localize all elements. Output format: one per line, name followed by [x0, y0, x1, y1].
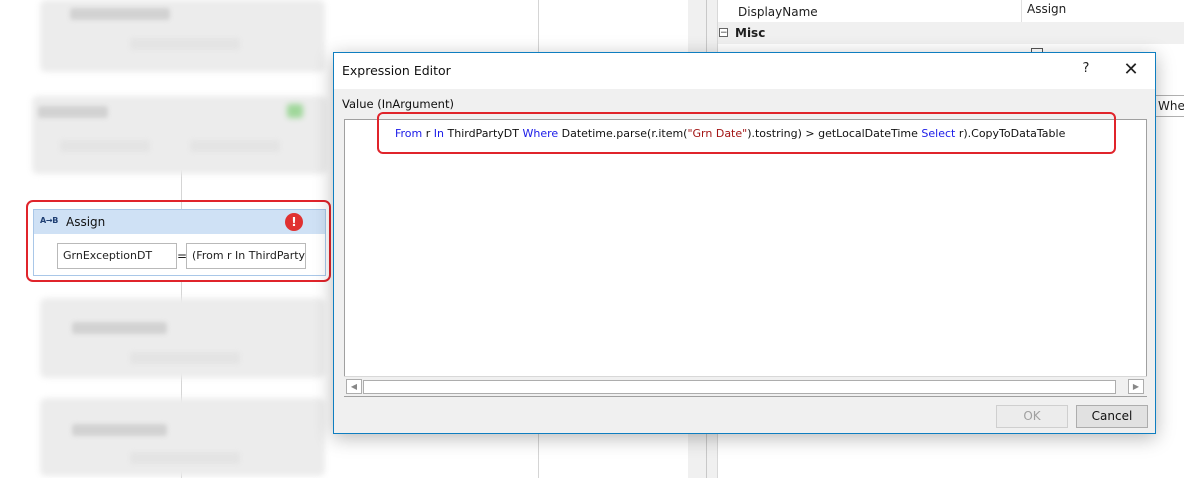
cancel-button[interactable]: Cancel — [1076, 405, 1148, 428]
property-column-divider — [1021, 0, 1022, 22]
property-label-displayname: DisplayName — [738, 5, 818, 19]
blurred-activity-text — [130, 452, 240, 464]
scroll-thumb[interactable] — [363, 380, 1116, 394]
expression-highlight-outline — [377, 112, 1116, 154]
assign-activity-title: Assign — [66, 215, 106, 229]
expression-input[interactable]: From r In ThirdPartyDT Where Datetime.pa… — [344, 119, 1147, 397]
blurred-activity-title — [72, 424, 167, 436]
blurred-activity-title — [72, 322, 167, 334]
blurred-activity-text — [190, 140, 280, 152]
help-icon[interactable]: ? — [1076, 61, 1096, 81]
dialog-titlebar[interactable]: Expression Editor ? ✕ — [334, 53, 1155, 89]
expression-editor-dialog: Expression Editor ? ✕ Value (InArgument)… — [333, 52, 1156, 434]
close-icon[interactable]: ✕ — [1120, 59, 1142, 81]
scroll-right-icon[interactable]: ▶ — [1128, 379, 1144, 394]
blurred-activity-text — [130, 38, 240, 50]
blurred-activity-title — [70, 8, 170, 20]
scroll-left-icon[interactable]: ◀ — [346, 379, 362, 394]
error-icon[interactable]: ! — [285, 213, 303, 231]
blurred-activity[interactable] — [40, 398, 325, 476]
assign-activity[interactable]: A→B Assign ! GrnExceptionDT = (From r In… — [33, 209, 326, 276]
property-category-misc[interactable] — [718, 22, 1184, 44]
blurred-activity-text — [130, 352, 240, 364]
property-value-displayname[interactable]: Assign — [1027, 2, 1066, 16]
assign-to-field[interactable]: GrnExceptionDT — [57, 243, 177, 269]
assign-value-field[interactable]: (From r In ThirdParty — [186, 243, 306, 269]
dialog-title: Expression Editor — [342, 63, 451, 78]
assign-activity-header[interactable]: A→B Assign ! — [34, 210, 325, 234]
property-value-field[interactable]: Whe — [1154, 95, 1184, 117]
blurred-activity-text — [60, 140, 150, 152]
property-category-label: Misc — [735, 26, 766, 40]
assign-icon: A→B — [40, 216, 59, 225]
horizontal-scrollbar[interactable]: ◀ ▶ — [344, 376, 1147, 396]
collapse-icon[interactable]: − — [719, 28, 728, 38]
ok-button[interactable]: OK — [996, 405, 1068, 428]
blurred-status-icon — [287, 104, 303, 118]
assign-activity-body: GrnExceptionDT = (From r In ThirdParty — [34, 235, 325, 275]
argument-label: Value (InArgument) — [342, 97, 454, 111]
blurred-activity-title — [38, 106, 108, 118]
blurred-activity[interactable] — [40, 298, 325, 378]
